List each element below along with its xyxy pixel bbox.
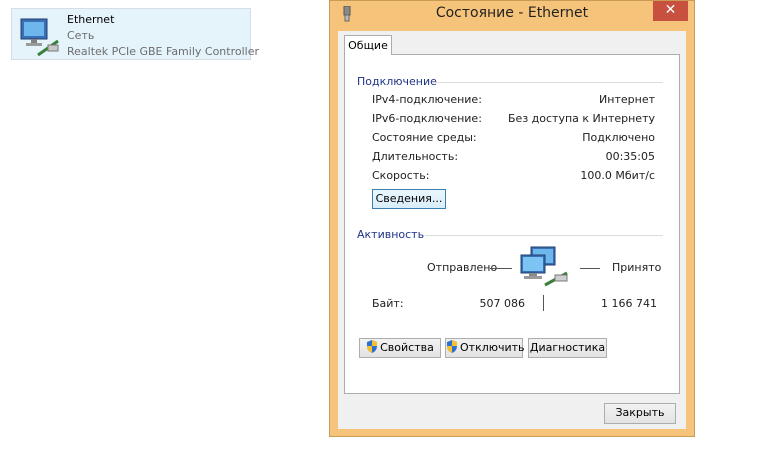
network-adapter-icon (20, 18, 59, 57)
row-ipv4: IPv4-подключение: Интернет (372, 93, 655, 109)
disable-label: Отключить (460, 341, 525, 354)
ipv6-label: IPv6-подключение: (372, 112, 482, 125)
properties-label: Свойства (380, 341, 434, 354)
bytes-label: Байт: (372, 297, 404, 310)
speed-value: 100.0 Мбит/с (580, 169, 655, 182)
ipv6-value: Без доступа к Интернету (508, 112, 655, 125)
adapter-name: Ethernet (67, 13, 115, 26)
connection-heading: Подключение (357, 75, 437, 88)
close-window-button[interactable]: ✕ (653, 1, 688, 21)
row-ipv6: IPv6-подключение: Без доступа к Интернет… (372, 112, 655, 128)
disable-button[interactable]: Отключить (445, 338, 525, 358)
received-line (580, 268, 600, 269)
row-media-state: Состояние среды: Подключено (372, 131, 655, 147)
title-bar[interactable]: Состояние - Ethernet ✕ (330, 1, 694, 29)
network-activity-icon (520, 246, 568, 287)
shield-icon (447, 340, 457, 353)
tab-general[interactable]: Общие (344, 35, 392, 55)
status-dialog: Состояние - Ethernet ✕ Общие Подключение… (329, 0, 695, 437)
general-panel: Подключение IPv4-подключение: Интернет I… (344, 54, 680, 394)
properties-button[interactable]: Свойства (359, 338, 441, 358)
section-divider (425, 235, 663, 236)
close-button[interactable]: Закрыть (604, 403, 676, 424)
details-button[interactable]: Сведения... (372, 189, 446, 209)
received-label: Принято (612, 261, 662, 274)
bytes-sent-value: 507 086 (479, 297, 526, 310)
dialog-client-area: Общие Подключение IPv4-подключение: Инте… (338, 31, 686, 429)
network-adapter-item[interactable]: Ethernet Сеть Realtek PCIe GBE Family Co… (11, 8, 259, 60)
bytes-received-value: 1 166 741 (601, 297, 657, 310)
media-state-value: Подключено (582, 131, 655, 144)
diagnose-button[interactable]: Диагностика (528, 338, 607, 358)
media-state-label: Состояние среды: (372, 131, 477, 144)
bytes-divider (543, 295, 544, 311)
shield-icon (367, 340, 378, 353)
adapter-device: Realtek PCIe GBE Family Controller (67, 45, 260, 58)
sent-label: Отправлено (427, 261, 498, 274)
adapter-network: Сеть (67, 29, 95, 42)
connection-section: Подключение (357, 75, 663, 88)
dialog-title: Состояние - Ethernet (435, 5, 589, 21)
row-duration: Длительность: 00:35:05 (372, 150, 655, 166)
activity-section: Активность (357, 228, 663, 241)
sent-line (490, 268, 512, 269)
section-divider (432, 82, 663, 83)
ipv4-value: Интернет (599, 93, 655, 106)
activity-heading: Активность (357, 228, 425, 241)
duration-label: Длительность: (372, 150, 459, 163)
duration-value: 00:35:05 (605, 150, 655, 163)
row-speed: Скорость: 100.0 Мбит/с (372, 169, 655, 185)
ipv4-label: IPv4-подключение: (372, 93, 482, 106)
speed-label: Скорость: (372, 169, 430, 182)
